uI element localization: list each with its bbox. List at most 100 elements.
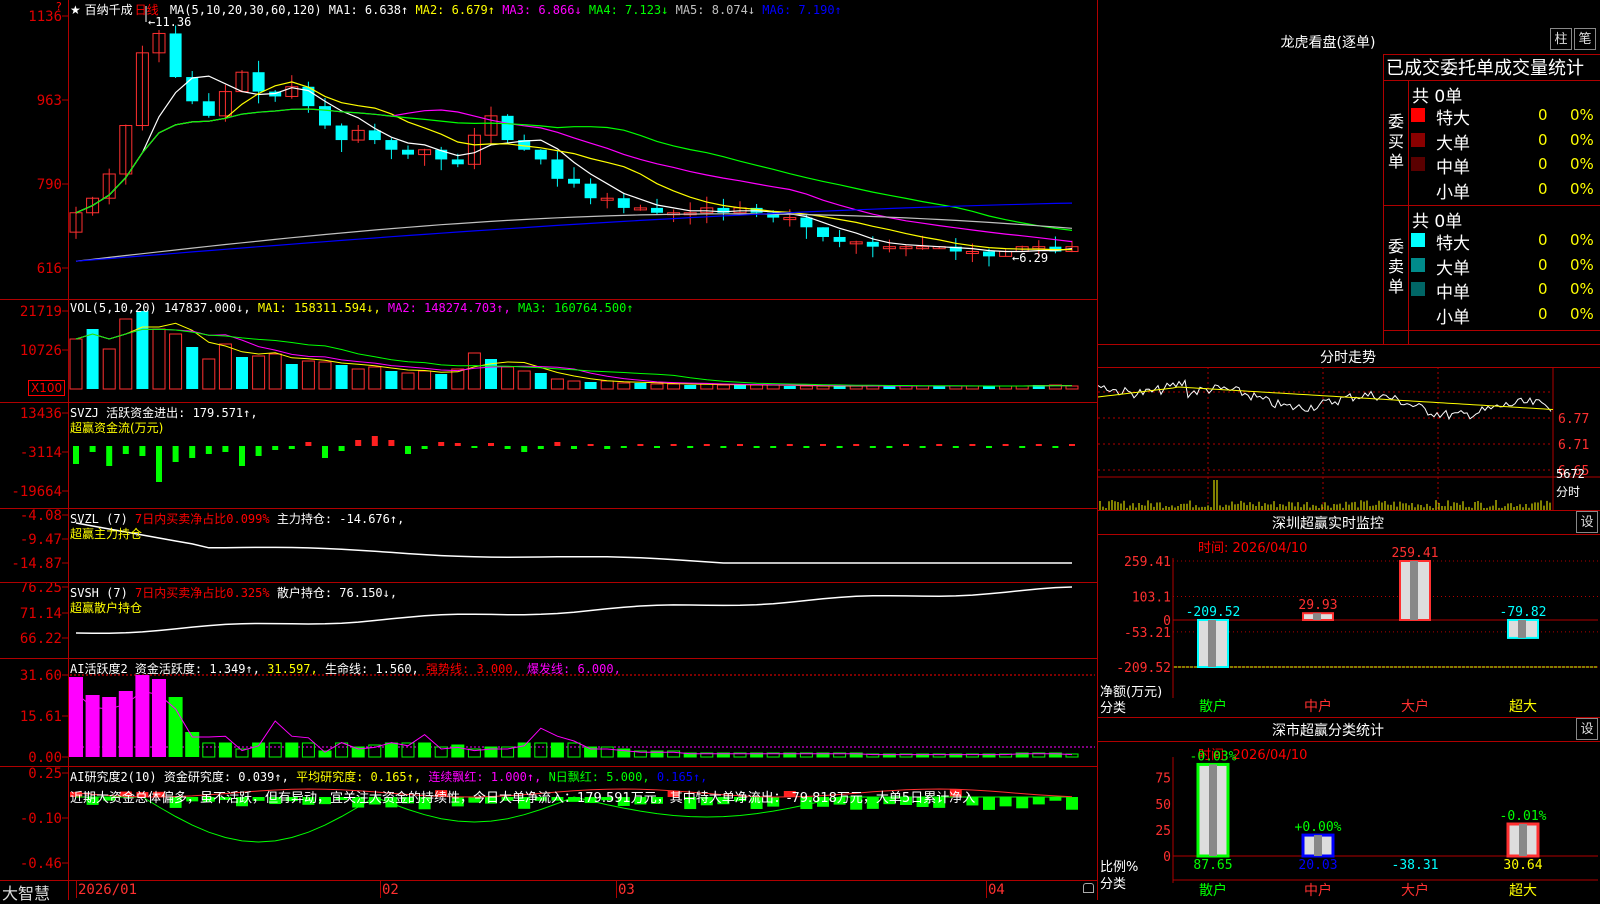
order-row[interactable]: 中单 0 0% [1098,153,1600,178]
svsh-sub: 超赢散户持仓 [70,601,143,615]
sz-monitor-value-label: -79.82 [1500,605,1547,620]
sz-stats-panel[interactable]: 深市超赢分类统计 设 时间: 2026/04/10 75 50 25 0 -0.03% 8… [1098,717,1600,900]
vol-bar [69,338,83,390]
order-count: 0 [1538,304,1548,323]
lock-icon[interactable] [1083,883,1094,893]
svzj-bar [288,446,295,449]
order-type: 特大 [1436,234,1470,254]
sz-monitor-chart[interactable]: 259.41103.10-53.21-209.52-209.52散户29.93中… [1098,510,1600,717]
svzl-panel[interactable]: -4.08 -9.47 -14.87 SVZL (7) 7日内买卖净占比0.099%… [0,509,1098,583]
candle-down [866,241,879,247]
sz-stats-ytick: 50 [1155,798,1171,813]
vol-bar [750,384,764,390]
vol-bar [268,353,282,390]
order-pct: 0% [1570,155,1594,173]
intraday-chart[interactable]: 6.776.716.655672分时 [1098,367,1600,510]
order-row[interactable]: 特大 0 0% [1098,104,1600,129]
svzj-bar [969,444,976,446]
sz-monitor-value-label: 29.93 [1298,598,1337,613]
order-row[interactable]: 大单 0 0% [1098,254,1600,279]
vol-bar [584,382,597,389]
longhu-tabs[interactable]: 已成交委托单成交量统计 [1386,54,1584,80]
svzj-bar [371,436,378,446]
kline-panel[interactable]: 1136 963 790 616 ←11.36 ←6.29 ★ 百纳千成 日线 MA(5,1… [0,0,1098,300]
svzj-bar [737,444,743,446]
kline-ytick: 963 [37,93,62,109]
svzj-bar [654,446,660,448]
sz-stats-top-label: +0.00% [1295,820,1342,835]
ai-activity-panel[interactable]: 31.60 15.61 0.00 AI活跃度2 资金活跃度: 1.349↑, 31.… [0,659,1098,767]
vol-bar [467,352,481,390]
order-row[interactable]: 特大 0 0% [1098,229,1600,254]
order-row[interactable]: 中单 0 0% [1098,278,1600,303]
intraday-price-line [1098,378,1552,421]
ma-item-5: MA6: 7.190↑ [755,3,842,17]
svzj-bar [986,446,992,448]
sz-stats-bar-shade [1519,823,1527,856]
svzj-bar [703,444,710,446]
ai1-bar [135,675,150,757]
vol-unit-badge: X100 [28,380,66,396]
sz-stats-chart[interactable]: 75 50 25 0 -0.03% 87.65 散户 +0.00% 20.03 中户 -38.31 大… [1098,717,1600,900]
vol-bar [301,360,315,390]
x-label: 02 [382,882,399,898]
candle-down [584,183,597,199]
svzj-bar [770,446,777,448]
ai1-bar [268,742,282,758]
order-count: 0 [1538,255,1548,274]
ai1-title: AI活跃度2 [70,662,128,676]
svzj-bar [405,446,411,454]
kline-settings-icon[interactable]: ? [56,0,62,13]
svzj-bar [172,446,179,462]
svzj-bar [687,446,694,448]
svzj-bar [1019,446,1026,448]
ai2-ytick: 0.25 [28,767,62,782]
period-label[interactable]: 日线 [135,3,159,17]
candle-down [617,198,630,208]
kline-chart[interactable]: 1136963790616←11.36←6.29 [0,0,1098,300]
order-row[interactable]: 小单 0 0% [1098,303,1600,328]
ma-item-4: MA5: 8.074↓ [668,3,756,17]
volume-chart[interactable]: 21719 10726 [0,300,1098,403]
vol-bar [716,384,730,390]
bar-mode-button[interactable]: 柱 [1550,28,1572,50]
candle-down [800,217,813,228]
vol-bar [600,380,614,390]
ai1-bar [567,742,581,758]
ma-items: MA1: 6.638↑ MA2: 6.679↑ MA3: 6.866↓ MA4:… [329,3,842,17]
vol-ytick: 21719 [20,304,62,320]
vol-bar [766,384,780,390]
ai1-bar [102,697,117,757]
order-type: 小单 [1436,307,1470,328]
candle-down [817,227,829,237]
ai1-bar [218,742,232,758]
svzj-bar [637,444,644,446]
order-type: 中单 [1436,283,1470,303]
order-row[interactable]: 小单 0 0% [1098,178,1600,203]
svzj-panel[interactable]: 13436 -3114 -19664 SVZJ 活跃资金进出: 179.571↑, … [0,403,1098,509]
ai-research-panel[interactable]: 0.25 -0.10 -0.46 AI研究度2(10) 资金研究度: 0.039↑,… [0,767,1098,881]
vol-bar [401,372,415,390]
svzj-bar [89,446,96,452]
x-label: 04 [988,882,1005,898]
sz-monitor-panel[interactable]: 深圳超赢实时监控 设 时间: 2026/04/10 259.41 103.1 0 -5… [1098,510,1600,717]
sz-stats-value-label: 87.65 [1193,858,1232,873]
intraday-panel[interactable]: 分时走势 6.77 6.71 6.65 5672 分时 [1098,344,1600,510]
low-note: ←6.29 [1012,251,1048,265]
vol-bar [816,385,830,390]
ai1-item-1: 31.597, [259,662,318,676]
sz-monitor-xlabel: 分类 [1100,701,1127,716]
order-row[interactable]: 大单 0 0% [1098,129,1600,154]
svzj-bar [106,446,113,466]
svzj-bar [903,444,909,446]
vol-bar [517,370,531,390]
ai1-bar [285,742,299,758]
x-axis: 大智慧 2026/01 02 03 04 [0,880,1098,903]
vol-bar [534,373,547,389]
svsh-panel[interactable]: 76.25 71.14 66.22 SVSH (7) 7日内买卖净占比0.325% … [0,583,1098,659]
svzj-bar [189,446,196,458]
vol-panel[interactable]: 21719 10726 VOL(5,10,20) 147837.000↓, MA1… [0,300,1098,403]
svzj-ytick: -3114 [20,445,62,461]
ma-item-2: MA3: 6.866↓ [494,3,582,17]
tick-mode-button[interactable]: 笔 [1574,28,1596,50]
